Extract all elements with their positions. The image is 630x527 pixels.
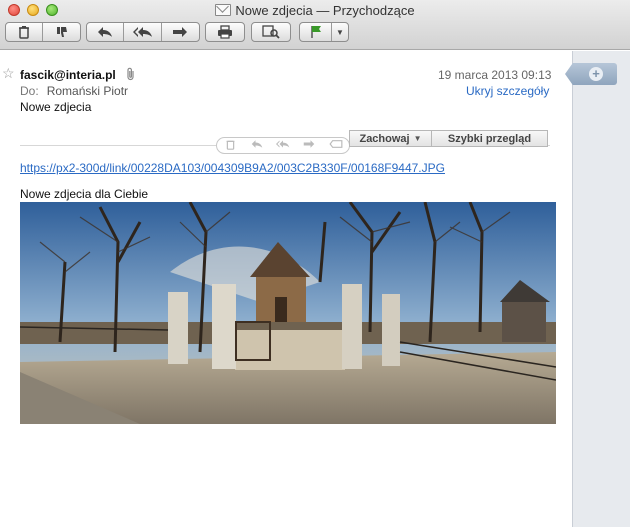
inline-delete-button[interactable] [217, 139, 243, 153]
message-date: 19 marca 2013 09:13 [438, 68, 552, 82]
trash-icon [226, 140, 235, 150]
notes-sidebar: + [565, 51, 630, 527]
reply-icon [251, 140, 262, 148]
save-attachment-button[interactable]: Zachowaj ▼ [349, 130, 432, 147]
inline-actions-bar [216, 137, 350, 154]
quick-look-button[interactable]: Szybki przegląd [432, 130, 548, 147]
flag-menu-button[interactable]: ▼ [332, 23, 348, 41]
flag-group: ▼ [299, 22, 349, 42]
delete-button[interactable] [6, 23, 43, 41]
tag-icon [329, 140, 343, 148]
add-note-tab[interactable]: + [565, 63, 617, 85]
print-group [205, 22, 245, 42]
reply-all-icon [275, 140, 290, 148]
church-panorama-image [20, 202, 556, 424]
inline-forward-button[interactable] [296, 139, 322, 152]
related-group [251, 22, 291, 42]
window-title: Nowe zdjecia — Przychodzące [0, 3, 630, 18]
hide-details-link[interactable]: Ukryj szczegóły [466, 84, 549, 98]
recipient-name[interactable]: Romański Piotr [47, 84, 128, 98]
junk-button[interactable] [43, 23, 80, 41]
inline-reply-all-button[interactable] [270, 139, 296, 152]
junk-thumbs-down-icon [56, 27, 67, 37]
recipient-row: Do: Romański Piotr [20, 84, 128, 98]
reply-all-icon [132, 27, 152, 37]
window-title-text: Nowe zdjecia — Przychodzące [235, 3, 415, 18]
delete-junk-group [5, 22, 81, 42]
to-label: Do: [20, 84, 39, 98]
forward-button[interactable] [162, 23, 199, 41]
forward-icon [173, 27, 188, 37]
print-icon [218, 25, 232, 39]
show-related-icon [262, 25, 280, 39]
inline-reply-button[interactable] [244, 139, 270, 152]
attached-photo[interactable] [20, 202, 556, 424]
trash-icon [19, 26, 29, 39]
quick-look-label: Szybki przegląd [447, 132, 532, 145]
print-button[interactable] [206, 23, 244, 41]
attachment-link[interactable]: https://px2-300d/link/00228DA103/004309B… [20, 161, 445, 175]
reply-all-button[interactable] [124, 23, 162, 41]
chevron-down-icon: ▼ [336, 27, 344, 37]
chevron-down-icon: ▼ [413, 134, 422, 143]
sender-address[interactable]: fascik@interia.pl [20, 68, 116, 82]
flag-icon [310, 26, 321, 38]
plus-icon: + [589, 67, 603, 81]
inline-more-button[interactable] [323, 139, 349, 152]
message-subject: Nowe zdjecia [20, 100, 92, 114]
star-icon[interactable]: ☆ [2, 65, 15, 82]
attachment-paperclip-icon [125, 67, 136, 84]
reply-button[interactable] [87, 23, 125, 41]
show-related-button[interactable] [252, 23, 290, 41]
forward-icon [304, 140, 315, 148]
envelope-icon [215, 4, 232, 16]
reply-icon [98, 27, 113, 37]
save-label: Zachowaj [359, 132, 410, 145]
flag-button[interactable] [300, 23, 332, 41]
title-bar: Nowe zdjecia — Przychodzące ▼ [0, 0, 630, 50]
reply-group [86, 22, 200, 42]
message-body-text: Nowe zdjecia dla Ciebie [20, 187, 149, 201]
